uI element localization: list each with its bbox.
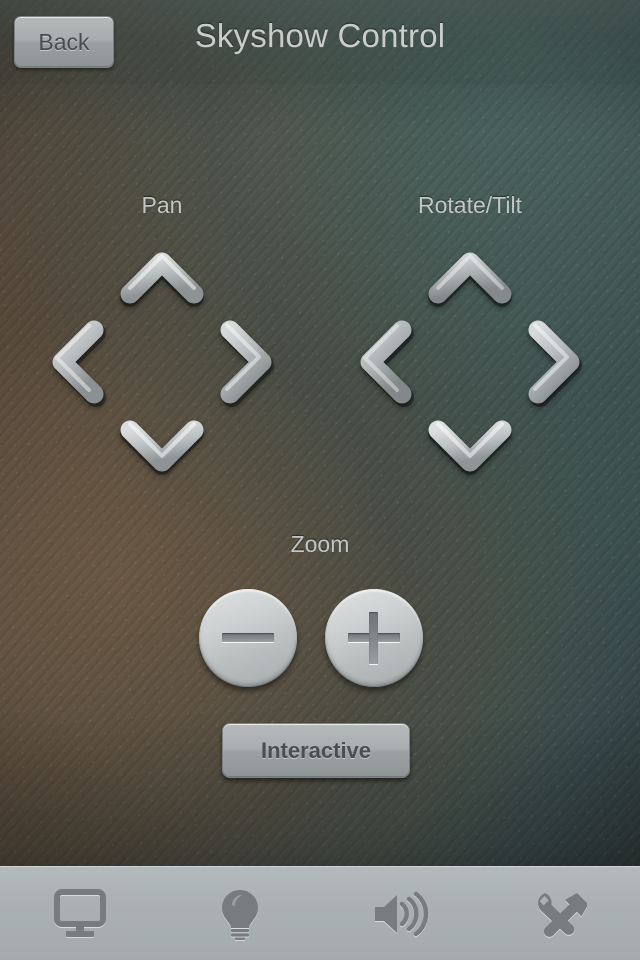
toolbar-item-display[interactable] [0, 867, 160, 960]
speaker-icon [372, 891, 428, 937]
pan-dpad [32, 232, 292, 492]
zoom-out-button[interactable] [199, 589, 297, 687]
tools-icon [533, 889, 587, 939]
minus-icon [222, 633, 274, 642]
lightbulb-icon [218, 888, 262, 940]
interactive-button-label: Interactive [260, 737, 372, 763]
rotate-right-button[interactable] [504, 314, 600, 410]
page-title: Skyshow Control [194, 17, 446, 54]
monitor-icon [53, 888, 107, 939]
toolbar-item-settings[interactable] [480, 867, 640, 960]
interactive-button[interactable]: Interactive [222, 723, 410, 778]
pan-down-button[interactable] [114, 396, 210, 492]
rotate-tilt-section-label: Rotate/Tilt [418, 192, 522, 218]
toolbar-item-lights[interactable] [160, 867, 320, 960]
top-bar: Back Skyshow Control [0, 0, 640, 84]
bottom-toolbar [0, 866, 640, 960]
app-root: Back Skyshow Control Pan Rotate/Tilt Zoo… [0, 0, 640, 960]
zoom-in-button[interactable] [325, 589, 423, 687]
plus-icon-vertical-bar [369, 612, 378, 664]
toolbar-item-audio[interactable] [320, 867, 480, 960]
tilt-down-button[interactable] [422, 396, 518, 492]
pan-section-label: Pan [141, 192, 183, 218]
pan-right-button[interactable] [196, 314, 292, 410]
zoom-section-label: Zoom [290, 531, 350, 557]
rotate-tilt-dpad [340, 232, 600, 492]
